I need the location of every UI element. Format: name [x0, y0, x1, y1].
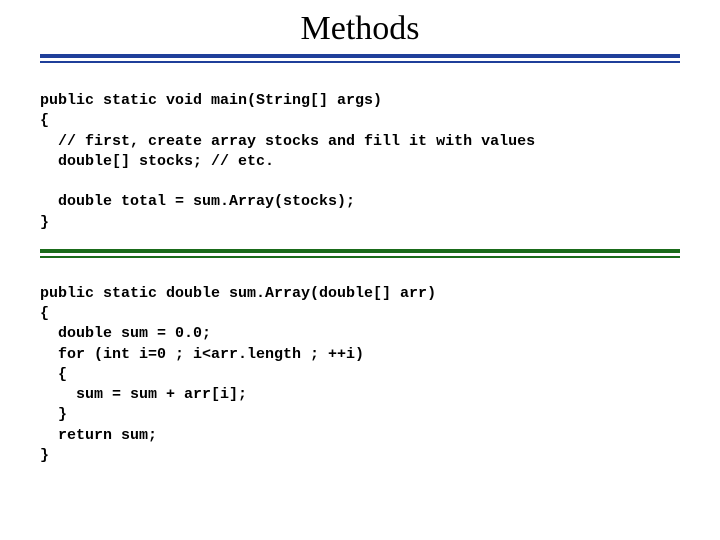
slide-title: Methods: [40, 10, 680, 48]
code-block-sumarray: public static double sum.Array(double[] …: [40, 284, 680, 466]
divider-rule-thick: [40, 249, 680, 253]
slide: Methods public static void main(String[]…: [0, 0, 720, 540]
divider-rule-thin: [40, 256, 680, 258]
title-rule-thin: [40, 61, 680, 63]
code-block-main: public static void main(String[] args) {…: [40, 91, 680, 233]
title-rule-thick: [40, 54, 680, 58]
